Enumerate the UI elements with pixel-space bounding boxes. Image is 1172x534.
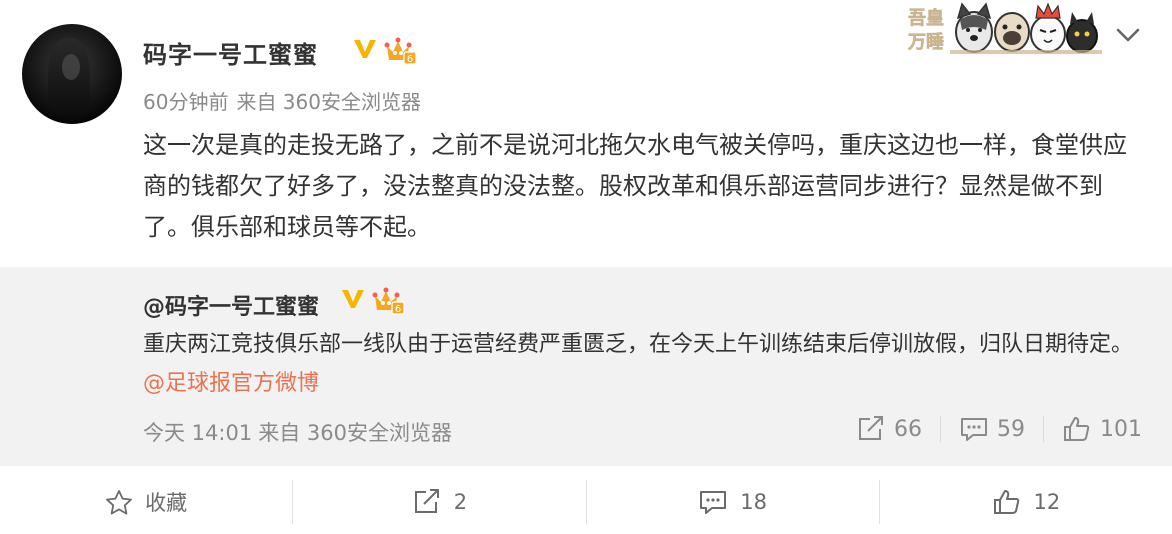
- repost-share-stat[interactable]: 66: [856, 415, 922, 443]
- repost-member-crown-icon[interactable]: 6: [372, 286, 406, 316]
- repost-time[interactable]: 今天 14:01: [143, 421, 252, 445]
- favorite-button[interactable]: 收藏: [0, 470, 292, 534]
- repost-author[interactable]: @码字一号工蜜蜜: [143, 289, 319, 321]
- favorite-label: 收藏: [145, 491, 188, 515]
- repost-count: 2: [453, 490, 468, 514]
- decor-logo-line2: 万睡: [907, 32, 944, 53]
- share-arrow-icon: [859, 416, 883, 440]
- repost-text: 重庆两江竞技俱乐部一线队由于运营经费严重匮乏，在今天上午训练结束后停训放假，归队…: [143, 325, 1133, 403]
- repost-verified-v-icon: [340, 288, 366, 310]
- comment-button[interactable]: 18: [587, 470, 879, 534]
- thumbs-up-icon: [993, 490, 1019, 514]
- repost-button[interactable]: 2: [293, 470, 585, 534]
- crown-level-label: 6: [407, 54, 413, 65]
- post-time[interactable]: 60分钟前: [143, 90, 228, 114]
- verified-v-icon: [352, 38, 378, 60]
- post-text: 这一次是真的走投无路了，之前不是说河北拖欠水电气被关停吗，重庆这边也一样，食堂供…: [143, 131, 1127, 241]
- post-source: 来自 360安全浏览器: [236, 90, 421, 114]
- avatar-face: [62, 54, 80, 80]
- repost-meta: 今天 14:01 来自 360安全浏览器: [143, 417, 452, 447]
- repost-mention-link[interactable]: @足球报官方微博: [143, 371, 319, 396]
- comment-icon: [961, 418, 987, 441]
- avatar[interactable]: [22, 24, 122, 124]
- like-count: 12: [1033, 490, 1061, 514]
- divider: [940, 416, 941, 442]
- repost-like-stat[interactable]: 101: [1062, 415, 1142, 443]
- decor-dog-icon: [955, 2, 993, 53]
- card-decoration-image: 吾皇 万睡: [906, 0, 1104, 56]
- decor-logo-line1: 吾皇: [908, 7, 944, 29]
- divider: [1043, 416, 1044, 442]
- star-icon: [106, 490, 133, 515]
- action-bar: 收藏 2 18 12: [0, 470, 1172, 534]
- repost-source: 来自 360安全浏览器: [258, 421, 452, 445]
- decor-pug-icon: [994, 12, 1030, 52]
- repost-body: 重庆两江竞技俱乐部一线队由于运营经费严重匮乏，在今天上午训练结束后停训放假，归队…: [143, 332, 1134, 357]
- decor-cat-emperor-icon: [1030, 2, 1066, 53]
- comment-count: 18: [740, 490, 767, 514]
- repost-block[interactable]: @码字一号工蜜蜜 6 重庆两江竞技俱乐部一线队由于运营经费严重匮乏，在今天上午训…: [0, 267, 1172, 466]
- repost-like-count: 101: [1100, 416, 1142, 442]
- chevron-down-icon[interactable]: [1114, 24, 1142, 46]
- share-arrow-icon: [414, 489, 439, 513]
- post-username[interactable]: 码字一号工蜜蜜: [143, 35, 318, 70]
- decor-black-cat-icon: [1066, 12, 1098, 53]
- post-meta: 60分钟前 来自 360安全浏览器: [143, 86, 421, 115]
- repost-action-stats: 66 59 101: [856, 415, 1142, 443]
- repost-comment-count: 59: [997, 416, 1025, 442]
- member-crown-icon[interactable]: 6: [384, 36, 418, 66]
- repost-comment-stat[interactable]: 59: [959, 415, 1025, 443]
- repost-share-count: 66: [894, 416, 922, 442]
- weibo-post-card: 码字一号工蜜蜜 6 60分钟前 来自 360安全浏览器 吾皇 万睡 这一次是真的…: [0, 0, 1172, 534]
- thumbs-up-icon: [1064, 417, 1090, 441]
- repost-crown-level-label: 6: [395, 304, 401, 315]
- comment-icon: [700, 491, 727, 514]
- like-button[interactable]: 12: [880, 470, 1172, 534]
